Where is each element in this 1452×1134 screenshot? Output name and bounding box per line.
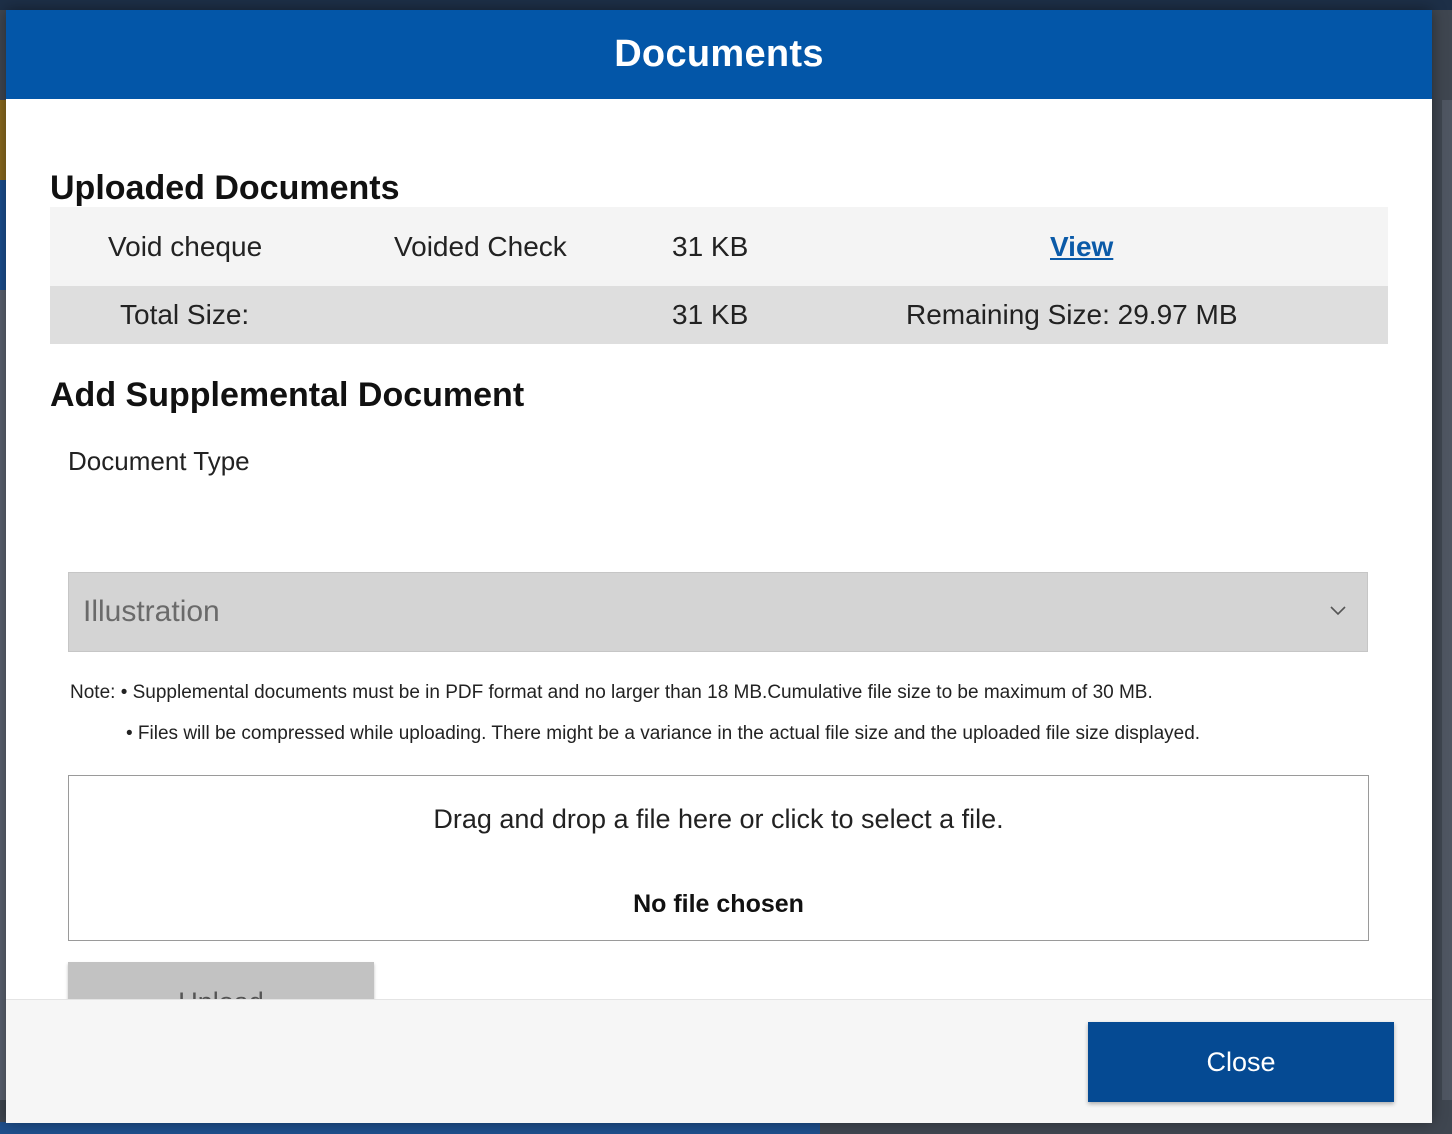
document-type-selected-value: Illustration [83,595,220,628]
add-supplemental-heading: Add Supplemental Document [50,376,525,414]
document-name: Void cheque [108,230,263,262]
total-size-value: 31 KB [672,299,749,330]
total-size-row: Total Size: 31 KB Remaining Size: 29.97 … [50,286,1388,344]
document-type-select[interactable]: Illustration [68,572,1368,652]
chevron-down-icon [1330,606,1346,616]
file-dropzone[interactable]: Drag and drop a file here or click to se… [68,775,1369,941]
modal-footer: Close [6,999,1432,1123]
backdrop-bottom-strip [0,1122,820,1134]
table-row: Void cheque Voided Check 31 KB View [50,207,1388,286]
upload-note: Note: • Supplemental documents must be i… [70,672,1200,754]
uploaded-documents-heading: Uploaded Documents [50,169,400,207]
modal-title: Documents [614,33,824,75]
document-type: Voided Check [394,230,567,262]
note-line-2: • Files will be compressed while uploadi… [126,723,1201,744]
close-button[interactable]: Close [1088,1022,1394,1102]
remaining-size: Remaining Size: 29.97 MB [906,299,1238,330]
documents-modal: Documents Uploaded Documents Void cheque… [6,10,1432,1123]
backdrop-right-edge [1442,100,1452,1100]
backdrop-top-strip [0,0,1452,10]
file-status: No file chosen [633,890,804,918]
document-type-label: Document Type [68,446,250,476]
total-size-label: Total Size: [120,299,250,330]
uploaded-documents-table: Void cheque Voided Check 31 KB View Tota… [50,207,1388,344]
document-size: 31 KB [672,230,749,262]
view-document-link[interactable]: View [1050,231,1113,263]
dropzone-instructions: Drag and drop a file here or click to se… [433,804,1004,834]
note-line-1: Note: • Supplemental documents must be i… [70,682,1153,703]
modal-header: Documents [6,10,1432,99]
